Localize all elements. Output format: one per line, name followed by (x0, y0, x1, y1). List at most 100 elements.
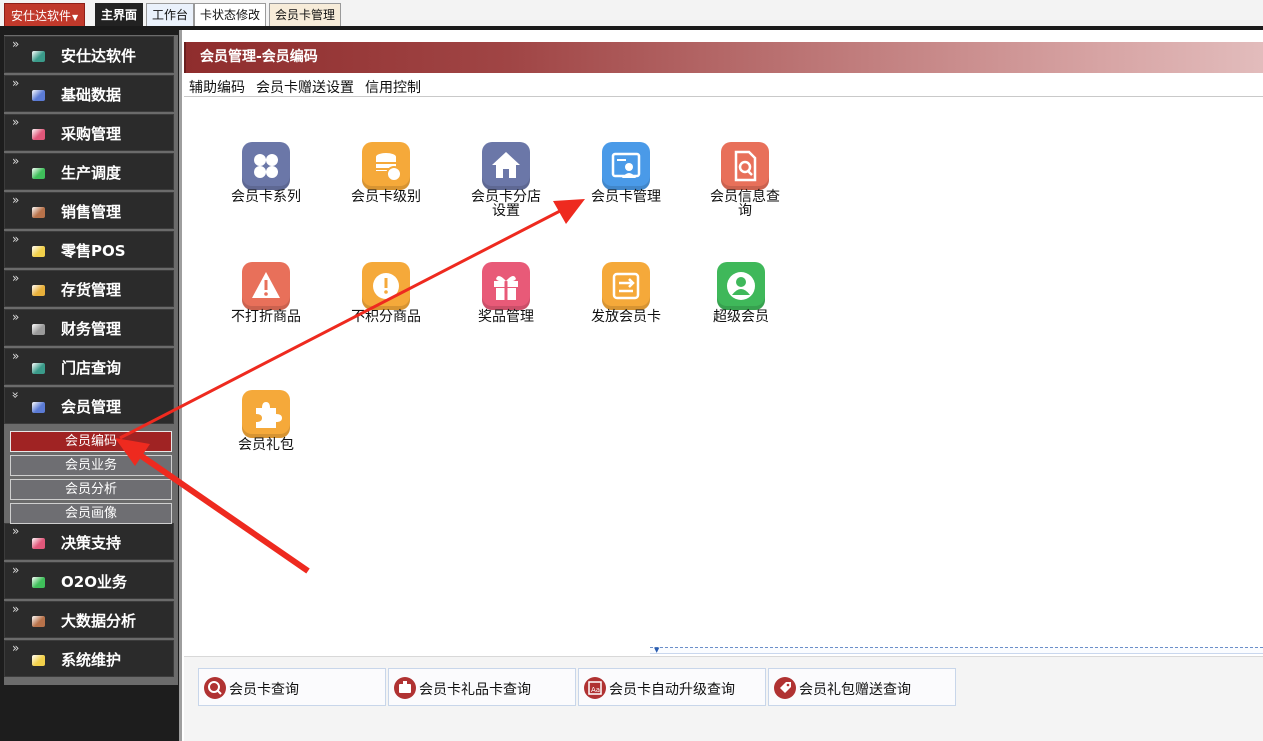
chevron-down-icon[interactable]: » (9, 391, 23, 398)
yellow-square-icon (32, 655, 45, 666)
user-icon[interactable] (717, 262, 765, 310)
horizontal-scrollbar[interactable]: ▼ (650, 646, 1263, 654)
svg-text:Aa: Aa (591, 686, 600, 694)
grey-square-icon (32, 324, 45, 335)
chevron-right-icon[interactable]: » (12, 641, 19, 655)
sidebar-item-member[interactable]: » 会员管理 (4, 387, 174, 424)
sidebar-subitem-member-analysis[interactable]: 会员分析 (10, 479, 172, 500)
member-card-icon[interactable] (602, 142, 650, 190)
module-no-points-goods[interactable]: 不积分商品 (331, 262, 441, 352)
chevron-right-icon[interactable]: » (12, 349, 19, 363)
module-prize-manage[interactable]: 奖品管理 (451, 262, 561, 352)
orange-square-icon (32, 285, 45, 296)
brown-square-icon (32, 207, 45, 218)
query-button-label: 会员礼包赠送查询 (799, 682, 911, 698)
module-issue-member-card[interactable]: 发放会员卡 (571, 262, 681, 352)
gift-icon[interactable] (482, 262, 530, 310)
sidebar-item-software[interactable]: » 安仕达软件 (4, 36, 174, 73)
module-member-info-query[interactable]: 会员信息查询 (690, 142, 800, 232)
module-member-gift-pack[interactable]: 会员礼包 (211, 390, 321, 480)
sidebar-item-big-data[interactable]: » 大数据分析 (4, 601, 174, 638)
sidebar-item-label: 采购管理 (61, 125, 122, 143)
module-super-member[interactable]: 超级会员 (686, 262, 796, 352)
module-label: 超级会员 (713, 309, 769, 325)
module-label: 会员信息查询 (710, 189, 780, 219)
tab-workbench[interactable]: 工作台 (146, 3, 195, 27)
teal-square-icon (32, 363, 45, 374)
query-button-auto-upgrade-query[interactable]: Aa 会员卡自动升级查询 (578, 668, 766, 706)
sidebar-item-decision[interactable]: » 决策支持 (4, 523, 174, 560)
exchange-icon[interactable] (602, 262, 650, 310)
chevron-down-icon: ▼ (72, 13, 79, 22)
sidebar-subitem-member-code[interactable]: 会员编码 (10, 431, 172, 452)
sidebar-item-label: 零售POS (61, 242, 126, 260)
sidebar-item-label: 门店查询 (61, 359, 122, 377)
module-label: 会员卡分店设置 (471, 189, 541, 219)
module-no-discount-goods[interactable]: 不打折商品 (211, 262, 321, 352)
module-member-card-series[interactable]: 会员卡系列 (211, 142, 321, 232)
query-button-member-card-query[interactable]: 会员卡查询 (198, 668, 386, 706)
sidebar-item-sales[interactable]: » 销售管理 (4, 192, 174, 229)
module-member-card-level[interactable]: 会员卡级别 (331, 142, 441, 232)
app-menu-button[interactable]: 安仕达软件▼ (4, 3, 86, 27)
sidebar-item-inventory[interactable]: » 存货管理 (4, 270, 174, 307)
sidebar-item-label: 系统维护 (61, 651, 122, 669)
sidebar-subitem-member-portrait[interactable]: 会员画像 (10, 503, 172, 524)
chevron-right-icon[interactable]: » (12, 76, 19, 90)
sidebar-item-finance[interactable]: » 财务管理 (4, 309, 174, 346)
coins-icon[interactable] (362, 142, 410, 190)
toolbar-divider (0, 26, 1263, 30)
query-button-gift-pack-query[interactable]: 会员礼包赠送查询 (768, 668, 956, 706)
aux-link-card-gift-settings[interactable]: 会员卡赠送设置 (256, 77, 354, 97)
brown-square-icon (32, 616, 45, 627)
tab-card-status[interactable]: 卡状态修改 (194, 3, 267, 27)
sidebar-item-purchase[interactable]: » 采购管理 (4, 114, 174, 151)
chevron-right-icon[interactable]: » (12, 115, 19, 129)
sidebar-item-basic-data[interactable]: » 基础数据 (4, 75, 174, 112)
scroll-down-arrow-icon[interactable]: ▼ (654, 646, 659, 654)
chevron-right-icon[interactable]: » (12, 310, 19, 324)
document-search-icon[interactable] (721, 142, 769, 190)
module-label: 会员卡级别 (351, 189, 421, 205)
sidebar-subitem-member-business[interactable]: 会员业务 (10, 455, 172, 476)
module-member-card-branch-settings[interactable]: 会员卡分店设置 (451, 142, 561, 232)
chevron-right-icon[interactable]: » (12, 271, 19, 285)
chevron-right-icon[interactable]: » (12, 563, 19, 577)
chevron-right-icon[interactable]: » (12, 232, 19, 246)
blue-square-icon (32, 402, 45, 413)
chevron-right-icon[interactable]: » (12, 193, 19, 207)
app-menu-label: 安仕达软件 (11, 9, 72, 23)
grid-icon[interactable] (242, 142, 290, 190)
house-icon[interactable] (482, 142, 530, 190)
tab-member-card-manage[interactable]: 会员卡管理 (269, 3, 342, 27)
sidebar-item-production[interactable]: » 生产调度 (4, 153, 174, 190)
warning-icon[interactable] (242, 262, 290, 310)
sidebar-item-o2o[interactable]: » O2O业务 (4, 562, 174, 599)
module-label: 会员卡管理 (591, 189, 661, 205)
sidebar-item-label: 销售管理 (61, 203, 122, 221)
sidebar-item-system[interactable]: » 系统维护 (4, 640, 174, 677)
sidebar-item-store-query[interactable]: » 门店查询 (4, 348, 174, 385)
exclamation-icon[interactable] (362, 262, 410, 310)
card-font-icon: Aa (584, 677, 606, 699)
pink-square-icon (32, 129, 45, 140)
query-button-gift-card-query[interactable]: 会员卡礼品卡查询 (388, 668, 576, 706)
module-member-card-manage[interactable]: 会员卡管理 (571, 142, 681, 232)
page-title: 会员管理-会员编码 (184, 42, 1263, 73)
puzzle-icon[interactable] (242, 390, 290, 438)
chevron-right-icon[interactable]: » (12, 524, 19, 538)
sidebar-item-label: O2O业务 (61, 573, 127, 591)
query-button-label: 会员卡自动升级查询 (609, 682, 735, 698)
aux-link-credit-control[interactable]: 信用控制 (365, 77, 421, 97)
module-label: 发放会员卡 (591, 309, 661, 325)
chevron-right-icon[interactable]: » (12, 154, 19, 168)
tag-icon (774, 677, 796, 699)
chevron-right-icon[interactable]: » (12, 37, 19, 51)
module-label: 会员卡系列 (231, 189, 301, 205)
aux-link-auxiliary-code[interactable]: 辅助编码 (189, 77, 245, 97)
chevron-right-icon[interactable]: » (12, 602, 19, 616)
query-button-label: 会员卡查询 (229, 682, 299, 698)
search-icon (204, 677, 226, 699)
sidebar-item-retail-pos[interactable]: » 零售POS (4, 231, 174, 268)
tab-main[interactable]: 主界面 (95, 3, 144, 27)
